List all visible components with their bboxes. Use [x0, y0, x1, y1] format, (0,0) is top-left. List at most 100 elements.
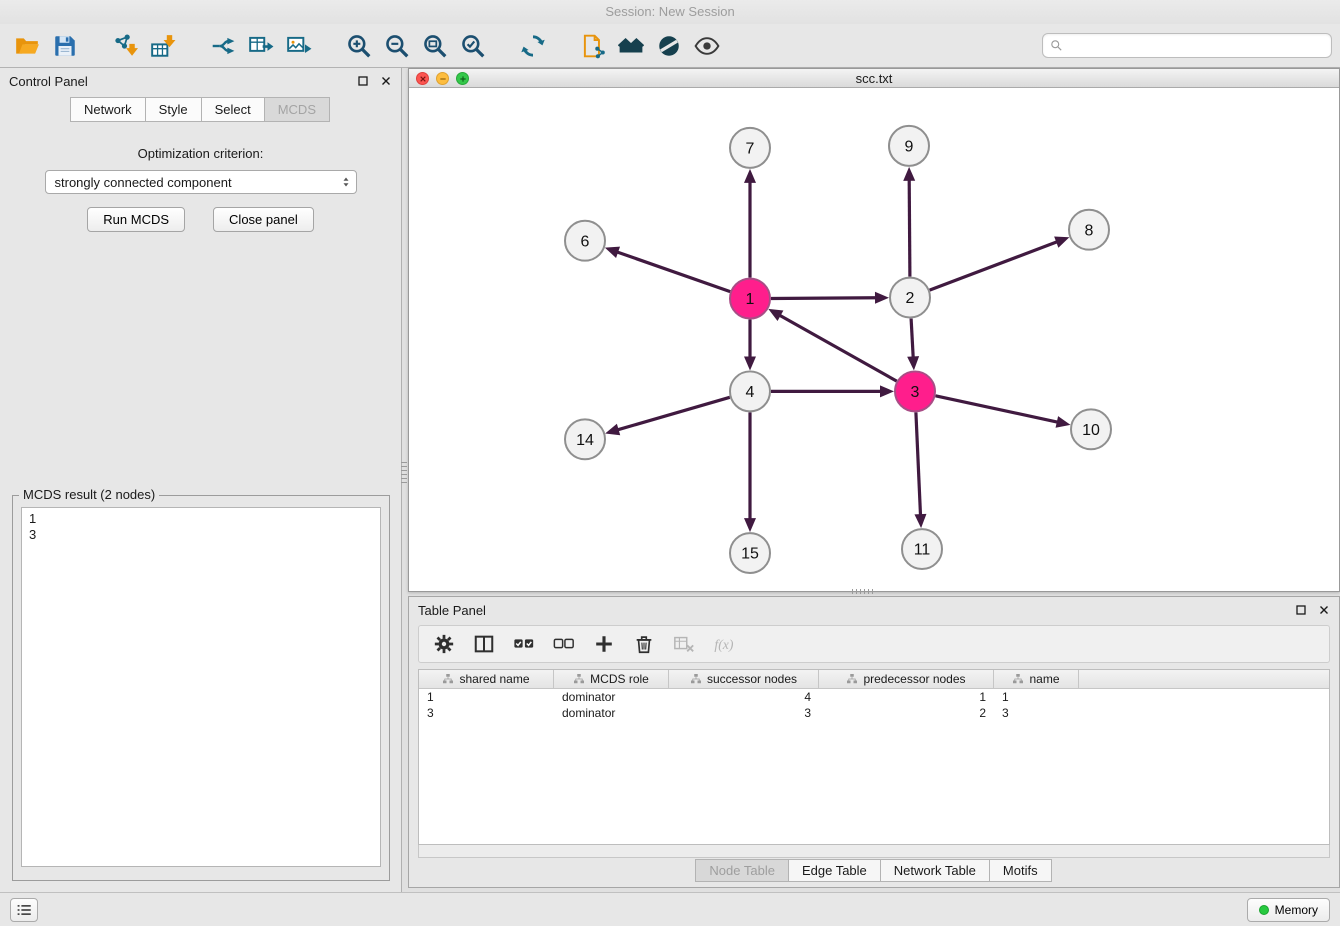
- graph-node-7[interactable]: 7: [730, 128, 770, 168]
- window-close-button[interactable]: [416, 72, 429, 85]
- memory-button[interactable]: Memory: [1247, 898, 1330, 922]
- document-network-icon: [580, 33, 606, 59]
- split-columns-icon: [473, 633, 495, 655]
- search-box[interactable]: [1042, 33, 1332, 58]
- table-gear-button[interactable]: [427, 629, 461, 659]
- graph-node-4[interactable]: 4: [730, 371, 770, 411]
- table-row[interactable]: 3dominator323: [419, 705, 1329, 721]
- graph-node-2[interactable]: 2: [890, 278, 930, 318]
- column-header-icon: [1012, 673, 1024, 685]
- column-header-label: name: [1029, 672, 1059, 686]
- tab-motifs[interactable]: Motifs: [989, 859, 1052, 882]
- table-horizontal-scrollbar[interactable]: [418, 845, 1330, 858]
- tab-network[interactable]: Network: [70, 97, 146, 122]
- network-view-window: scc.txt 7 9 6 8 1 2 4 3 14 10 15 11: [408, 68, 1340, 592]
- mcds-result-list[interactable]: 13: [21, 507, 381, 867]
- toolbar-table-arrow-button[interactable]: [242, 28, 280, 64]
- graph-node-14[interactable]: 14: [565, 419, 605, 459]
- column-header-name[interactable]: name: [994, 670, 1079, 688]
- graph-edge-2-8[interactable]: [930, 242, 1058, 290]
- graph-edge-2-9[interactable]: [909, 180, 910, 277]
- graph-edge-3-1[interactable]: [780, 315, 897, 381]
- network-graph[interactable]: 7 9 6 8 1 2 4 3 14 10 15 11: [409, 89, 1339, 591]
- column-header-mcds-role[interactable]: MCDS role: [554, 670, 669, 688]
- list-icon: [15, 901, 33, 919]
- graph-node-1[interactable]: 1: [730, 279, 770, 319]
- toolbar-zoom-fit-button[interactable]: [416, 28, 454, 64]
- column-header-predecessor-nodes[interactable]: predecessor nodes: [819, 670, 994, 688]
- graph-node-11[interactable]: 11: [902, 529, 942, 569]
- eye-icon: [694, 33, 720, 59]
- toolbar-houses-button[interactable]: [612, 28, 650, 64]
- table-panel-float-icon[interactable]: [1295, 604, 1307, 616]
- toolbar-document-network-button[interactable]: [574, 28, 612, 64]
- column-header-label: successor nodes: [707, 672, 797, 686]
- table-plus-button[interactable]: [587, 629, 621, 659]
- table-trash-button[interactable]: [627, 629, 661, 659]
- table-split-columns-button[interactable]: [467, 629, 501, 659]
- toolbar-diverging-arrows-button[interactable]: [204, 28, 242, 64]
- window-minimize-button[interactable]: [436, 72, 449, 85]
- table-select-all-button[interactable]: [507, 629, 541, 659]
- task-history-button[interactable]: [10, 898, 38, 922]
- toolbar-zoom-in-button[interactable]: [340, 28, 378, 64]
- toolbar-save-button[interactable]: [46, 28, 84, 64]
- toolbar-zoom-check-button[interactable]: [454, 28, 492, 64]
- tab-style[interactable]: Style: [145, 97, 202, 122]
- graph-node-9[interactable]: 9: [889, 126, 929, 166]
- table-body: 1dominator4113dominator323: [419, 689, 1329, 721]
- toolbar-folder-button[interactable]: [8, 28, 46, 64]
- delete-table-icon: [673, 633, 695, 655]
- toolbar-circle-slash-button[interactable]: [650, 28, 688, 64]
- graph-edge-3-10[interactable]: [936, 396, 1058, 422]
- column-header-shared-name[interactable]: shared name: [419, 670, 554, 688]
- tab-mcds[interactable]: MCDS: [264, 97, 330, 122]
- vertical-splitter-handle[interactable]: [401, 462, 407, 483]
- run-mcds-button[interactable]: Run MCDS: [87, 207, 185, 232]
- control-panel-close-icon[interactable]: [380, 75, 392, 87]
- horizontal-splitter-handle[interactable]: [852, 589, 873, 594]
- svg-text:7: 7: [746, 140, 755, 157]
- graph-edge-1-2[interactable]: [771, 298, 876, 299]
- toolbar-zoom-out-button[interactable]: [378, 28, 416, 64]
- column-header-icon: [442, 673, 454, 685]
- column-header-successor-nodes[interactable]: successor nodes: [669, 670, 819, 688]
- toolbar-eye-button[interactable]: [688, 28, 726, 64]
- svg-text:11: 11: [914, 542, 931, 559]
- graph-edge-1-6[interactable]: [617, 252, 730, 292]
- svg-text:4: 4: [746, 384, 755, 401]
- mcds-result-line: 3: [29, 527, 373, 543]
- graph-node-8[interactable]: 8: [1069, 210, 1109, 250]
- table-panel-close-icon[interactable]: [1318, 604, 1330, 616]
- table-cell: dominator: [554, 706, 669, 720]
- graph-edge-3-11[interactable]: [916, 412, 921, 515]
- optimization-dropdown[interactable]: strongly connected component: [45, 170, 357, 194]
- svg-text:f(x): f(x): [714, 637, 734, 653]
- graph-edge-4-14[interactable]: [618, 397, 730, 430]
- image-arrow-icon: [286, 33, 312, 59]
- toolbar-refresh-button[interactable]: [514, 28, 552, 64]
- close-panel-button[interactable]: Close panel: [213, 207, 314, 232]
- tab-edge-table[interactable]: Edge Table: [788, 859, 881, 882]
- zoom-in-icon: [346, 33, 372, 59]
- table-deselect-all-button[interactable]: [547, 629, 581, 659]
- toolbar-import-table-button[interactable]: [144, 28, 182, 64]
- control-panel-float-icon[interactable]: [357, 75, 369, 87]
- traffic-lights: [416, 72, 469, 85]
- network-window-titlebar[interactable]: scc.txt: [409, 69, 1339, 88]
- table-row[interactable]: 1dominator411: [419, 689, 1329, 705]
- toolbar-image-arrow-button[interactable]: [280, 28, 318, 64]
- graph-node-10[interactable]: 10: [1071, 409, 1111, 449]
- tab-network-table[interactable]: Network Table: [880, 859, 990, 882]
- toolbar-import-network-button[interactable]: [106, 28, 144, 64]
- graph-node-15[interactable]: 15: [730, 533, 770, 573]
- graph-edge-2-3[interactable]: [911, 319, 913, 358]
- tab-node-table[interactable]: Node Table: [695, 859, 789, 882]
- window-zoom-button[interactable]: [456, 72, 469, 85]
- zoom-icon: [459, 75, 467, 83]
- network-canvas[interactable]: 7 9 6 8 1 2 4 3 14 10 15 11: [409, 89, 1339, 591]
- tab-select[interactable]: Select: [201, 97, 265, 122]
- search-input[interactable]: [1068, 39, 1325, 53]
- graph-node-3[interactable]: 3: [895, 371, 935, 411]
- graph-node-6[interactable]: 6: [565, 221, 605, 261]
